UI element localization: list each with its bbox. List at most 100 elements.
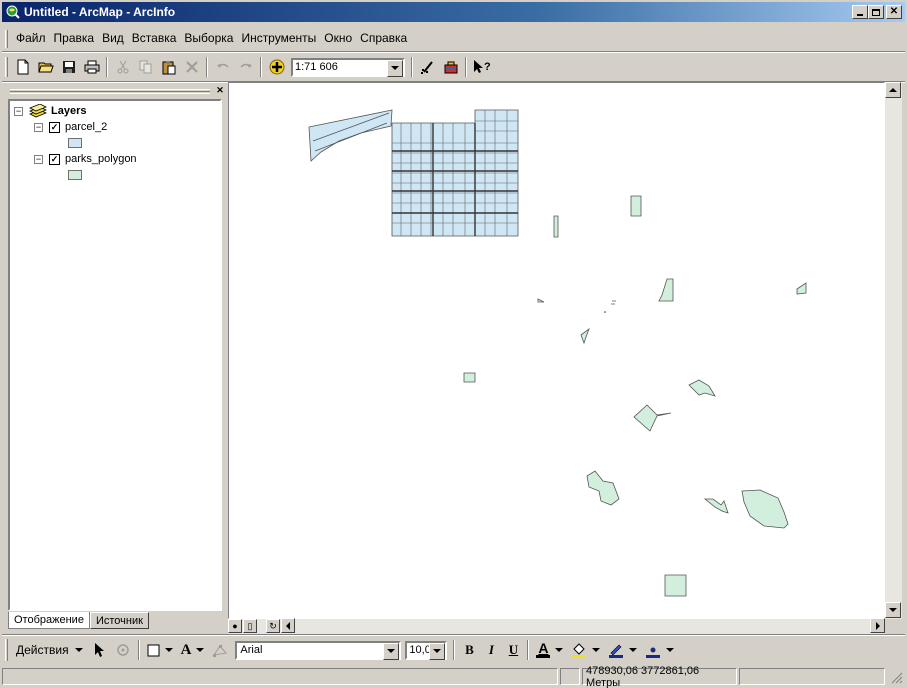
rectangle-icon	[147, 644, 160, 656]
minimize-button[interactable]	[852, 5, 868, 19]
paste-button[interactable]	[157, 56, 180, 78]
menu-help[interactable]: Справка	[356, 29, 411, 47]
fill-color-dropdown[interactable]	[567, 639, 604, 661]
scale-dropdown-arrow[interactable]	[387, 59, 403, 77]
tree-root-layers[interactable]: − Layers	[14, 104, 86, 118]
marker-dot-icon	[646, 647, 661, 658]
svg-text:?: ?	[484, 61, 491, 73]
layer-visibility-checkbox[interactable]: ✓	[49, 121, 60, 133]
close-button[interactable]: ✕	[886, 5, 902, 19]
scroll-left-button[interactable]	[281, 618, 295, 633]
parcel-polygon	[308, 109, 393, 162]
save-icon	[62, 61, 75, 73]
font-family-value: Arial	[240, 644, 263, 656]
cut-button[interactable]	[111, 56, 134, 78]
copy-button[interactable]	[134, 56, 157, 78]
rotate-button[interactable]	[112, 639, 135, 661]
rotate-icon	[117, 644, 129, 656]
redo-button[interactable]	[234, 56, 257, 78]
tree-root-label: Layers	[51, 105, 87, 117]
data-view-button[interactable]: ●	[228, 619, 242, 633]
window-title: Untitled - ArcMap - ArcInfo	[24, 5, 176, 19]
layer-name: parcel_2	[65, 121, 108, 133]
park-polygon	[658, 278, 674, 302]
maximize-icon	[872, 8, 880, 16]
font-size-combo[interactable]: 10,0	[405, 640, 448, 660]
underline-label: U	[508, 642, 519, 657]
layer-parks-row[interactable]: − ✓ parks_polygon	[34, 152, 137, 166]
parcel-symbol-swatch[interactable]	[68, 138, 82, 148]
title-bar: Untitled - ArcMap - ArcInfo ✕	[2, 2, 905, 22]
collapse-toggle[interactable]: −	[34, 122, 43, 132]
park-polygon	[537, 298, 545, 303]
toc-close-button[interactable]: ✕	[214, 86, 226, 97]
menu-window[interactable]: Окно	[320, 29, 356, 47]
chevron-down-icon	[164, 648, 173, 652]
arcmap-globe-icon	[6, 5, 20, 19]
page-icon: ▯	[247, 621, 253, 631]
arctoolbox-button[interactable]	[439, 56, 462, 78]
horizontal-scrollbar[interactable]: ● ▯ ↻	[228, 618, 885, 634]
layout-view-button[interactable]: ▯	[243, 619, 257, 633]
collapse-toggle[interactable]: −	[14, 106, 23, 116]
chevron-down-icon	[196, 648, 205, 652]
font-color-dropdown[interactable]: A	[532, 639, 567, 661]
layer-parcel-row[interactable]: − ✓ parcel_2	[34, 120, 107, 134]
parks-symbol-swatch[interactable]	[68, 170, 82, 180]
font-size-dropdown-arrow[interactable]	[429, 642, 446, 660]
print-button[interactable]	[80, 56, 103, 78]
park-polygon	[633, 404, 672, 432]
edit-vertices-button[interactable]	[208, 639, 231, 661]
new-text-dropdown[interactable]: A	[177, 639, 209, 661]
italic-label: I	[488, 642, 494, 657]
font-family-combo[interactable]: Arial	[235, 640, 402, 660]
scroll-down-button[interactable]	[885, 602, 901, 618]
refresh-button[interactable]: ↻	[266, 619, 280, 633]
select-elements-button[interactable]	[89, 639, 112, 661]
menu-tools[interactable]: Инструменты	[237, 29, 320, 47]
save-button[interactable]	[57, 56, 80, 78]
font-color-swatch	[536, 655, 551, 658]
map-canvas[interactable]	[228, 82, 885, 619]
line-color-dropdown[interactable]	[604, 639, 641, 661]
tab-source[interactable]: Источник	[89, 612, 149, 629]
font-dropdown-arrow[interactable]	[383, 642, 400, 660]
text-tool-icon: A	[180, 641, 192, 658]
draw-toolbar-grip[interactable]	[5, 639, 8, 661]
status-extra	[739, 668, 885, 685]
delete-button[interactable]	[180, 56, 203, 78]
marker-color-dropdown[interactable]	[641, 639, 678, 661]
font-color-label: A	[538, 640, 549, 656]
scroll-right-button[interactable]	[870, 618, 885, 633]
editor-toolbar-button[interactable]	[416, 56, 439, 78]
new-rectangle-dropdown[interactable]	[143, 639, 177, 661]
scroll-up-button[interactable]	[885, 82, 901, 98]
resize-grip-icon[interactable]	[889, 670, 903, 684]
underline-button[interactable]: U	[502, 639, 524, 661]
add-data-button[interactable]	[265, 56, 288, 78]
map-coordinates: 478930,06 3772861,06 Метры	[582, 665, 737, 688]
undo-button[interactable]	[211, 56, 234, 78]
park-polygon	[796, 282, 807, 295]
layer-visibility-checkbox[interactable]: ✓	[49, 153, 60, 165]
menu-edit[interactable]: Правка	[50, 29, 99, 47]
whats-this-button[interactable]: ?	[470, 56, 493, 78]
menu-insert[interactable]: Вставка	[128, 29, 181, 47]
map-scale-combo[interactable]: 1:71 606	[291, 57, 405, 77]
toc-title-bar[interactable]: ✕	[6, 86, 226, 98]
menu-selection[interactable]: Выборка	[180, 29, 237, 47]
maximize-button[interactable]	[868, 5, 884, 19]
collapse-toggle[interactable]: −	[34, 154, 43, 164]
menu-view[interactable]: Вид	[98, 29, 128, 47]
vertical-scrollbar[interactable]	[885, 82, 902, 619]
new-button[interactable]	[11, 56, 34, 78]
toolbar-grip[interactable]	[5, 57, 8, 77]
edit-vertices-icon	[212, 645, 227, 657]
drawing-actions-menu[interactable]: Действия	[10, 639, 89, 661]
status-indicator	[560, 668, 580, 685]
menu-file[interactable]: Файл	[8, 29, 50, 47]
open-button[interactable]	[34, 56, 57, 78]
tab-display[interactable]: Отображение	[8, 612, 90, 629]
italic-button[interactable]: I	[480, 639, 502, 661]
bold-button[interactable]: B	[458, 639, 480, 661]
